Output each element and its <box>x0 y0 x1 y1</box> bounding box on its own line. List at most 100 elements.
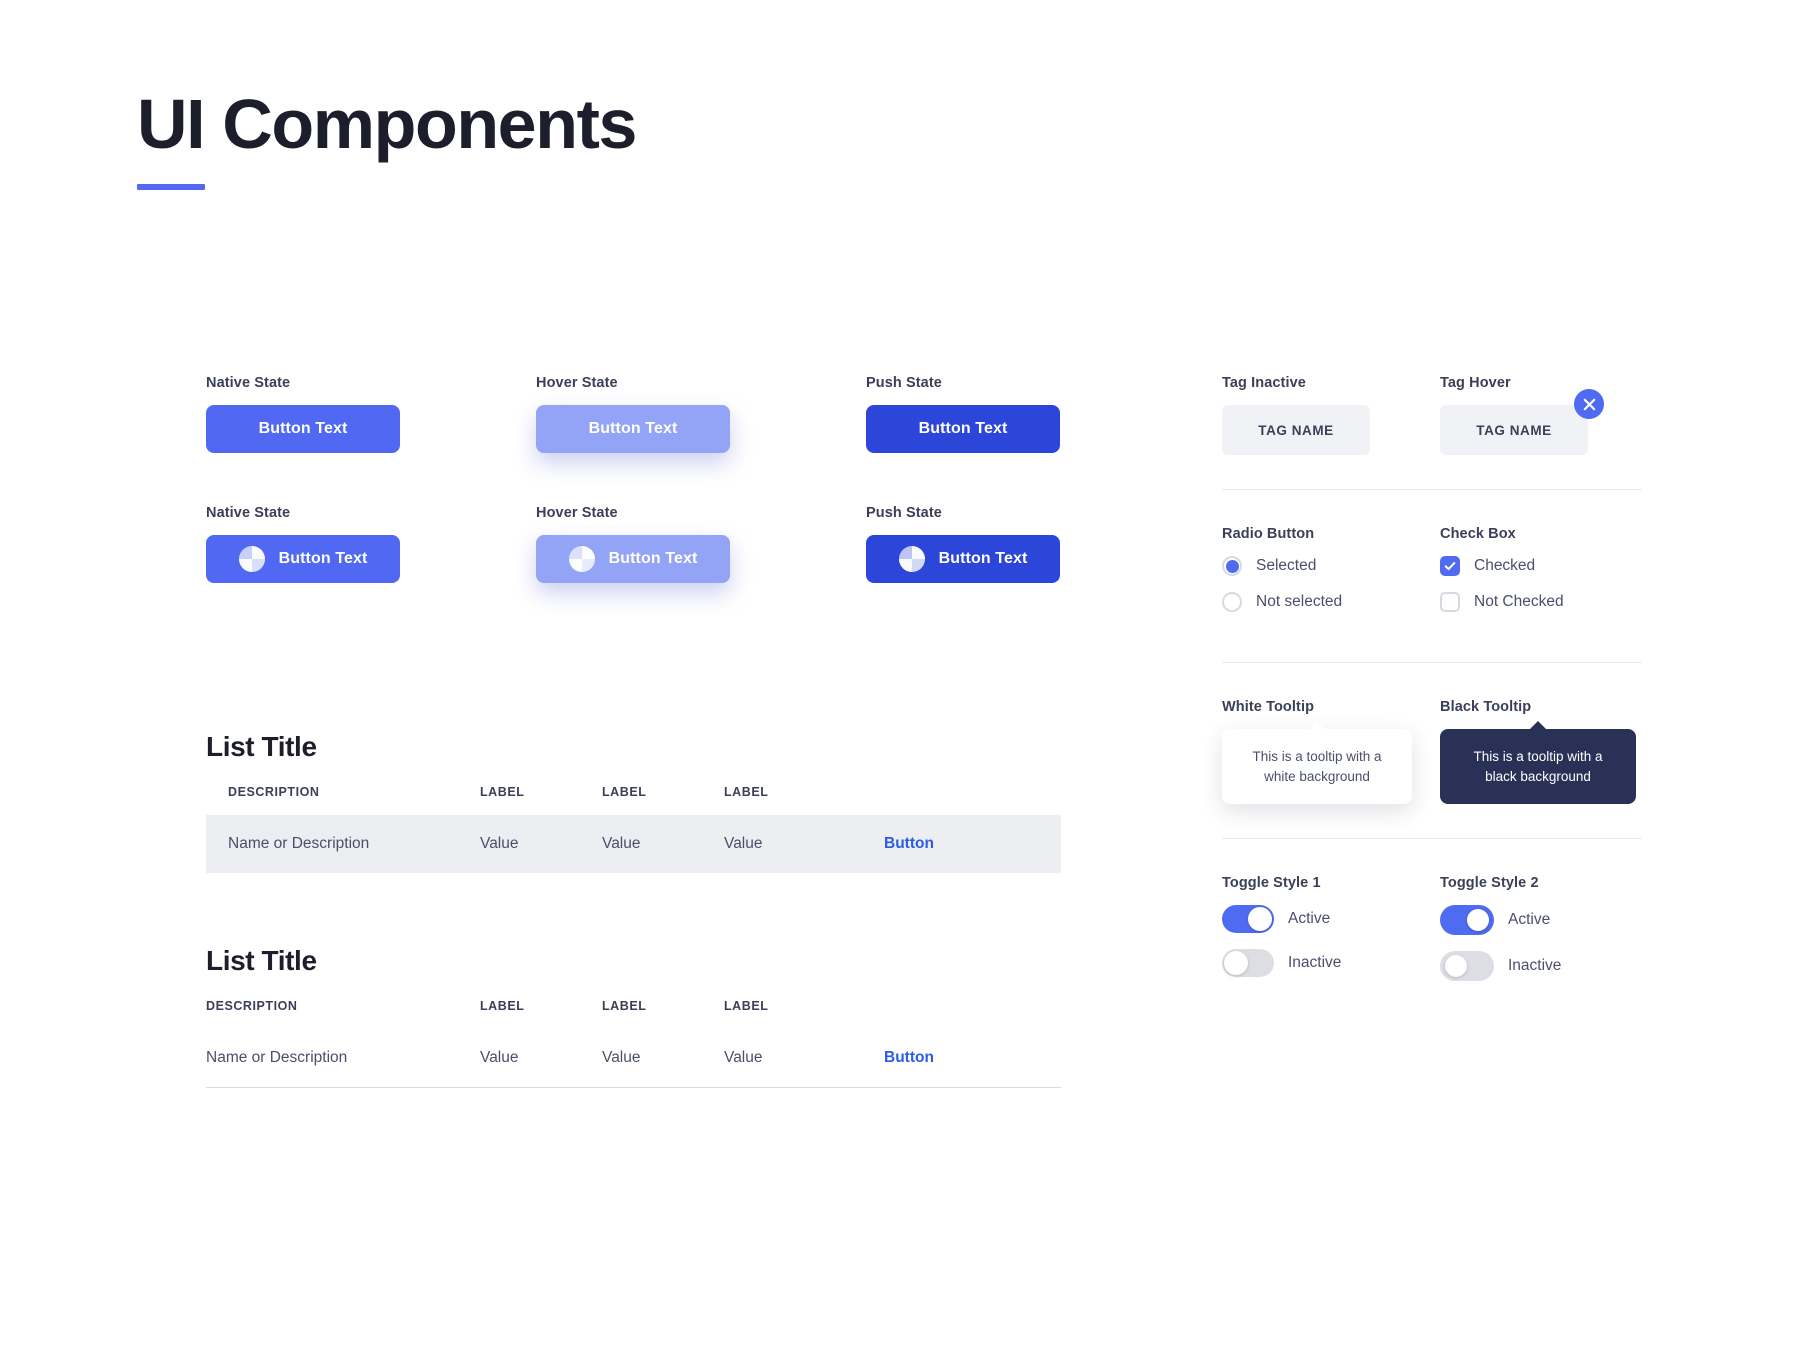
button-native[interactable]: Button Text <box>206 405 400 453</box>
left-column: Native State Button Text Hover State But… <box>206 375 1076 1088</box>
divider-3 <box>1222 838 1642 840</box>
button-cell-push: Push State Button Text <box>866 375 1076 453</box>
list-title-2: List Title <box>206 945 317 976</box>
toggle-knob <box>1467 909 1489 932</box>
checkbox-label-not-checked: Not Checked <box>1474 593 1564 610</box>
radio-option-not-selected[interactable]: Not selected <box>1222 592 1440 612</box>
column-header-action <box>862 999 1061 1029</box>
radio-icon-empty[interactable] <box>1222 592 1242 612</box>
button-cell-hover: Hover State Button Text <box>536 375 866 453</box>
toggle-label-active-1: Active <box>1288 910 1331 928</box>
checkbox-icon-empty[interactable] <box>1440 592 1460 612</box>
radio-heading: Radio Button <box>1222 526 1315 542</box>
title-accent-rule <box>137 183 205 190</box>
column-header-description: DESCRIPTION <box>206 999 298 1013</box>
toggle-label-inactive-2: Inactive <box>1508 957 1562 975</box>
list-table-2: DESCRIPTION LABEL LABEL LABEL Name or De… <box>206 999 1061 1088</box>
state-label-native: Native State <box>206 375 291 391</box>
right-column: Tag Inactive TAG NAME Tag Hover TAG NAME <box>1222 375 1642 997</box>
white-tooltip-heading: White Tooltip <box>1222 699 1315 715</box>
column-header-label-2: LABEL <box>602 999 647 1013</box>
toggle-style-1-group: Toggle Style 1 Active Inactive <box>1222 875 1440 997</box>
cell-value-1: Value <box>480 835 519 852</box>
radio-icon-selected[interactable] <box>1222 556 1242 576</box>
tag-inactive-group: Tag Inactive TAG NAME <box>1222 375 1440 455</box>
checkmark-icon[interactable] <box>1440 556 1460 576</box>
toggle-switch-inactive-2[interactable] <box>1440 951 1494 982</box>
toggle-label-inactive-1: Inactive <box>1288 954 1342 972</box>
button-label: Button Text <box>938 550 1028 567</box>
black-tooltip-heading: Black Tooltip <box>1440 699 1532 715</box>
cell-value-3: Value <box>724 1049 763 1066</box>
checkbox-label-checked: Checked <box>1474 557 1536 574</box>
icon-button-hover[interactable]: Button Text <box>536 535 730 583</box>
toggle-switch-active-2[interactable] <box>1440 905 1494 936</box>
icon-button-native[interactable]: Button Text <box>206 535 400 583</box>
row-action-button[interactable]: Button <box>884 835 934 852</box>
checkbox-option-checked[interactable]: Checked <box>1440 556 1642 576</box>
toggle-row-inactive-2[interactable]: Inactive <box>1440 951 1642 982</box>
tooltip-white-text: This is a tooltip with a white backgroun… <box>1252 749 1382 784</box>
column-header-label-1: LABEL <box>480 785 525 799</box>
list-block-2: List Title DESCRIPTION LABEL LABEL LABEL… <box>206 945 1076 1088</box>
page-title: UI Components <box>137 85 637 163</box>
tag-hover[interactable]: TAG NAME <box>1440 389 1604 455</box>
toggle-switch-inactive-1[interactable] <box>1222 949 1274 978</box>
tag-hover-group: Tag Hover TAG NAME <box>1440 375 1642 455</box>
checkbox-option-not-checked[interactable]: Not Checked <box>1440 592 1642 612</box>
cell-description: Name or Description <box>206 1049 348 1066</box>
button-label: Button Text <box>278 550 368 567</box>
state-label-push: Push State <box>866 375 942 391</box>
table-header-row: DESCRIPTION LABEL LABEL LABEL <box>206 999 1061 1029</box>
state-label-icon-native: Native State <box>206 505 291 521</box>
column-header-label-2: LABEL <box>602 785 647 799</box>
radio-group: Radio Button Selected Not selected <box>1222 526 1440 628</box>
tag-label: TAG NAME <box>1476 422 1552 438</box>
cell-value-1: Value <box>480 1049 519 1066</box>
toggle-row-active-2[interactable]: Active <box>1440 905 1642 936</box>
toggles-section: Toggle Style 1 Active Inactive Toggle St… <box>1222 875 1642 997</box>
tag-inactive-heading: Tag Inactive <box>1222 375 1306 391</box>
toggle-row-active-1[interactable]: Active <box>1222 905 1440 934</box>
state-label-icon-push: Push State <box>866 505 942 521</box>
close-x-icon[interactable] <box>1574 389 1604 419</box>
tooltip-white: This is a tooltip with a white backgroun… <box>1222 729 1412 805</box>
table-row[interactable]: Name or Description Value Value Value Bu… <box>206 815 1061 873</box>
radio-option-selected[interactable]: Selected <box>1222 556 1440 576</box>
state-label-icon-hover: Hover State <box>536 505 618 521</box>
pie-circle-icon <box>568 546 595 572</box>
cell-value-3: Value <box>724 835 763 852</box>
button-label: Button Text <box>588 420 678 437</box>
tooltip-black-text: This is a tooltip with a black backgroun… <box>1473 749 1603 784</box>
toggle-switch-active-1[interactable] <box>1222 905 1274 934</box>
ui-components-page: UI Components Native State Button Text H… <box>0 0 1800 1360</box>
pie-circle-icon <box>898 546 925 572</box>
tag-inactive[interactable]: TAG NAME <box>1222 405 1370 455</box>
tag-label: TAG NAME <box>1258 422 1334 438</box>
list-block-1: List Title DESCRIPTION LABEL LABEL LABEL… <box>206 731 1076 873</box>
list-table-1: DESCRIPTION LABEL LABEL LABEL Name or De… <box>206 785 1061 873</box>
table-row[interactable]: Name or Description Value Value Value Bu… <box>206 1029 1061 1088</box>
list-title-1: List Title <box>206 731 317 762</box>
button-push[interactable]: Button Text <box>866 405 1060 453</box>
cell-value-2: Value <box>602 835 641 852</box>
selection-controls-section: Radio Button Selected Not selected Check… <box>1222 526 1642 628</box>
toggle-label-active-2: Active <box>1508 911 1551 929</box>
column-header-description: DESCRIPTION <box>228 785 320 799</box>
pie-circle-icon <box>238 546 265 572</box>
icon-button-cell-hover: Hover State Button Text <box>536 505 866 583</box>
divider-1 <box>1222 489 1642 490</box>
tags-section: Tag Inactive TAG NAME Tag Hover TAG NAME <box>1222 375 1642 455</box>
row-action-button[interactable]: Button <box>884 1049 934 1066</box>
icon-button-cell-push: Push State Button Text <box>866 505 1076 583</box>
toggle-knob <box>1248 907 1272 932</box>
icon-button-push[interactable]: Button Text <box>866 535 1060 583</box>
checkbox-group: Check Box Checked Not Checked <box>1440 526 1642 628</box>
column-header-label-3: LABEL <box>724 999 769 1013</box>
divider-2 <box>1222 662 1642 663</box>
table-header-row: DESCRIPTION LABEL LABEL LABEL <box>206 785 1061 815</box>
toggle-row-inactive-1[interactable]: Inactive <box>1222 949 1440 978</box>
black-tooltip-group: Black Tooltip This is a tooltip with a b… <box>1440 699 1642 805</box>
button-hover[interactable]: Button Text <box>536 405 730 453</box>
white-tooltip-group: White Tooltip This is a tooltip with a w… <box>1222 699 1440 805</box>
